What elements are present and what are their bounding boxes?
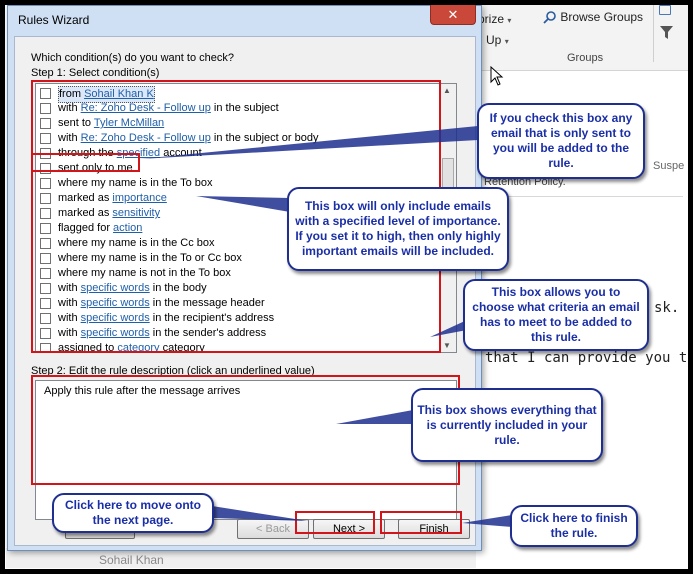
background-text-sohail: Sohail Khan	[99, 553, 164, 567]
callout-description: This box shows everything that is curren…	[411, 388, 603, 462]
callout-criteria: This box allows you to choose what crite…	[463, 279, 649, 351]
background-text-provide: that I can provide you the	[485, 350, 693, 366]
callout-finish: Click here to finish the rule.	[510, 505, 638, 547]
search-icon	[543, 11, 556, 24]
background-bar	[6, 548, 476, 568]
callout-sent-only: If you check this box any email that is …	[477, 103, 645, 179]
close-button[interactable]: ✕	[430, 5, 476, 25]
next-highlight	[295, 511, 375, 534]
browse-groups-button[interactable]: Browse Groups	[543, 10, 643, 24]
address-book-icon[interactable]	[659, 5, 671, 15]
prioritize-button[interactable]: prize ▾	[478, 12, 511, 26]
background-text-sk: sk. \	[654, 300, 693, 316]
groups-group-label: Groups	[567, 52, 604, 64]
background-text-suspe: Suspe	[653, 160, 685, 172]
mouse-cursor-icon	[490, 66, 504, 86]
callout-next: Click here to move onto the next page.	[52, 493, 214, 533]
dialog-title: Rules Wizard	[18, 13, 90, 27]
dropdown-arrow-icon: ▾	[507, 16, 512, 25]
dropdown-arrow-icon: ▾	[504, 37, 509, 46]
callout-importance: This box will only include emails with a…	[287, 187, 509, 271]
scroll-down-icon[interactable]: ▼	[443, 341, 451, 350]
step1-label: Step 1: Select condition(s)	[31, 67, 160, 79]
up-label: Up	[486, 33, 502, 47]
up-button[interactable]: Up ▾	[486, 33, 509, 47]
question-label: Which condition(s) do you want to check?	[31, 52, 234, 64]
sent-only-highlight	[31, 153, 140, 172]
browse-groups-label: Browse Groups	[560, 10, 644, 24]
scroll-up-icon[interactable]: ▲	[443, 86, 451, 95]
ribbon-separator	[653, 4, 654, 62]
filter-icon[interactable]	[660, 26, 673, 40]
description-highlight	[31, 375, 460, 485]
finish-highlight	[380, 511, 462, 534]
